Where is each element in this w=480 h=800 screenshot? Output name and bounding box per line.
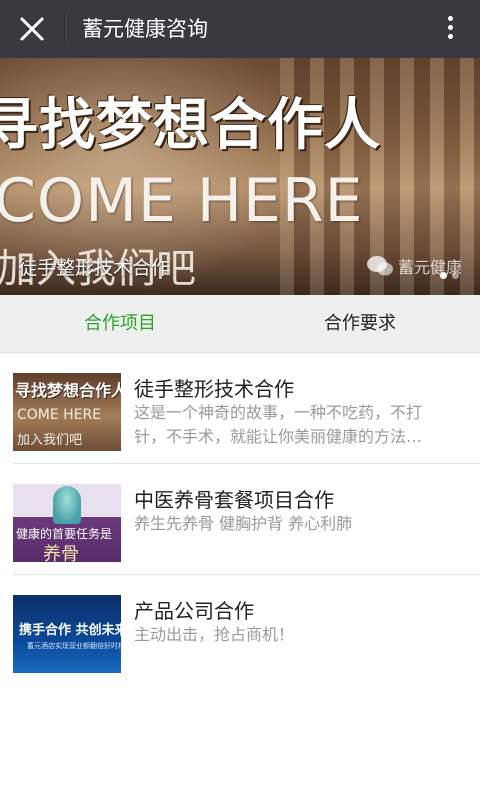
item-title: 徒手整形技术合作 xyxy=(134,377,294,401)
list-item[interactable]: 寻找梦想合作人 COME HERE 加入我们吧 徒手整形技术合作 这是一个神奇的… xyxy=(0,353,480,464)
close-button[interactable] xyxy=(12,9,52,49)
thumb-text: 携手合作 共创未来 xyxy=(19,623,121,638)
item-thumbnail: 携手合作 共创未来 蓄元酒店实现营业额翻倍好时机 xyxy=(13,595,121,673)
banner-caption: 徒手整形技术合作 xyxy=(18,257,171,279)
list-item[interactable]: 健康的首要任务是 养骨 中医养骨套餐项目合作 养生先养骨 健胸护背 养心利肺 xyxy=(0,464,480,575)
thumb-text: 寻找梦想合作人 xyxy=(15,381,121,400)
close-icon xyxy=(20,17,44,41)
carousel-indicator xyxy=(440,264,464,283)
more-button[interactable] xyxy=(442,12,458,46)
page-title: 蓄元健康咨询 xyxy=(82,17,208,41)
tab-projects[interactable]: 合作项目 xyxy=(0,295,240,353)
item-thumbnail: 寻找梦想合作人 COME HERE 加入我们吧 xyxy=(13,373,121,451)
item-description: 这是一个神奇的故事，一种不吃药，不打针，不手术，就能让你美丽健康的方法… xyxy=(134,403,423,446)
item-title: 产品公司合作 xyxy=(134,599,254,623)
item-title: 中医养骨套餐项目合作 xyxy=(134,488,334,512)
carousel-dot[interactable] xyxy=(452,272,459,279)
thumb-text: COME HERE xyxy=(17,407,102,423)
item-thumbnail: 健康的首要任务是 养骨 xyxy=(13,484,121,562)
banner-carousel[interactable]: 寻找梦想合作人 COME HERE 加入我们吧 徒手整形技术合作 蓄元健康 xyxy=(0,58,480,295)
banner-subline: COME HERE xyxy=(0,166,364,236)
header-divider xyxy=(64,12,65,46)
human-figure-icon xyxy=(53,486,81,524)
item-description: 主动出击，抢占商机！ xyxy=(134,625,295,644)
carousel-dot[interactable] xyxy=(440,272,447,279)
tab-requirements[interactable]: 合作要求 xyxy=(240,295,480,353)
top-bar: 蓄元健康咨询 xyxy=(0,0,480,58)
thumb-text: 养骨 xyxy=(43,544,79,562)
thumb-text: 蓄元酒店实现营业额翻倍好时机 xyxy=(27,642,121,650)
thumb-text: 加入我们吧 xyxy=(17,433,83,448)
tab-bar: 合作项目 合作要求 xyxy=(0,295,480,353)
banner-headline: 寻找梦想合作人 xyxy=(0,93,381,158)
item-description: 养生先养骨 健胸护背 养心利肺 xyxy=(134,514,353,533)
more-vertical-icon xyxy=(442,16,458,39)
list-item[interactable]: 携手合作 共创未来 蓄元酒店实现营业额翻倍好时机 产品公司合作 主动出击，抢占商… xyxy=(0,575,480,686)
